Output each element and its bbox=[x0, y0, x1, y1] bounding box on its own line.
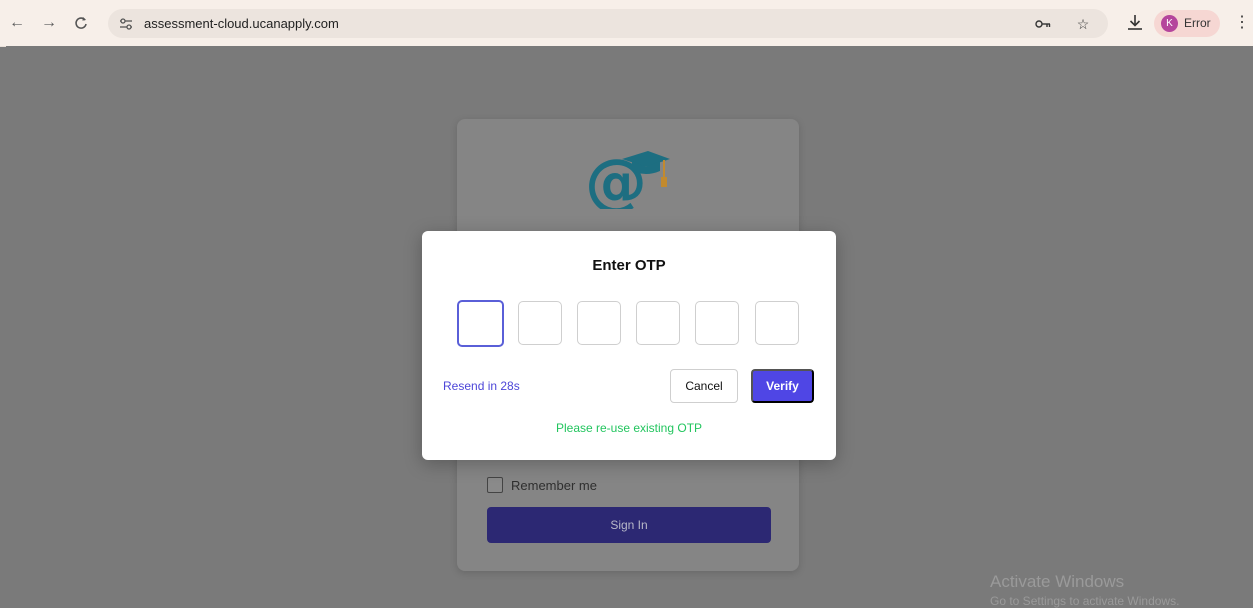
site-settings-icon[interactable] bbox=[118, 16, 134, 32]
url-text[interactable]: assessment-cloud.ucanapply.com bbox=[144, 16, 339, 31]
cancel-button[interactable]: Cancel bbox=[670, 369, 738, 403]
remember-me-label: Remember me bbox=[511, 477, 597, 493]
forward-icon[interactable]: → bbox=[38, 12, 60, 34]
star-icon[interactable]: ☆ bbox=[1074, 16, 1092, 32]
profile-status-label: Error bbox=[1184, 16, 1211, 30]
otp-digit-3[interactable] bbox=[577, 301, 621, 345]
otp-dialog: Enter OTP Resend in 28s Cancel Verify Pl… bbox=[422, 231, 836, 460]
otp-digit-1[interactable] bbox=[457, 300, 504, 347]
dialog-title: Enter OTP bbox=[592, 257, 666, 274]
otp-digit-5[interactable] bbox=[695, 301, 739, 345]
address-bar[interactable]: assessment-cloud.ucanapply.com ☆ bbox=[108, 9, 1108, 38]
avatar: K bbox=[1161, 15, 1178, 32]
activate-windows-subtitle: Go to Settings to activate Windows. bbox=[990, 594, 1180, 608]
activate-windows-title: Activate Windows bbox=[990, 572, 1125, 591]
remember-me-checkbox[interactable] bbox=[487, 477, 503, 493]
resend-countdown[interactable]: Resend in 28s bbox=[443, 379, 520, 393]
back-icon[interactable]: ← bbox=[6, 12, 28, 34]
verify-button[interactable]: Verify bbox=[751, 369, 814, 403]
key-icon[interactable] bbox=[1034, 16, 1052, 32]
otp-digit-2[interactable] bbox=[518, 301, 562, 345]
remember-me[interactable]: Remember me bbox=[487, 477, 597, 493]
profile-button[interactable]: K Error bbox=[1154, 10, 1220, 37]
otp-digit-6[interactable] bbox=[755, 301, 799, 345]
at-graduation-cap-logo: @ bbox=[582, 145, 672, 218]
download-icon[interactable] bbox=[1126, 13, 1146, 33]
sign-in-button[interactable]: Sign In bbox=[487, 507, 771, 543]
browser-toolbar: ← → assessment-cloud.ucanapply.com ☆ K E… bbox=[0, 0, 1253, 47]
otp-digit-4[interactable] bbox=[636, 301, 680, 345]
otp-status-message: Please re-use existing OTP bbox=[555, 421, 703, 435]
reload-icon[interactable] bbox=[70, 12, 92, 34]
kebab-menu-icon[interactable]: ⋮ bbox=[1234, 13, 1250, 33]
